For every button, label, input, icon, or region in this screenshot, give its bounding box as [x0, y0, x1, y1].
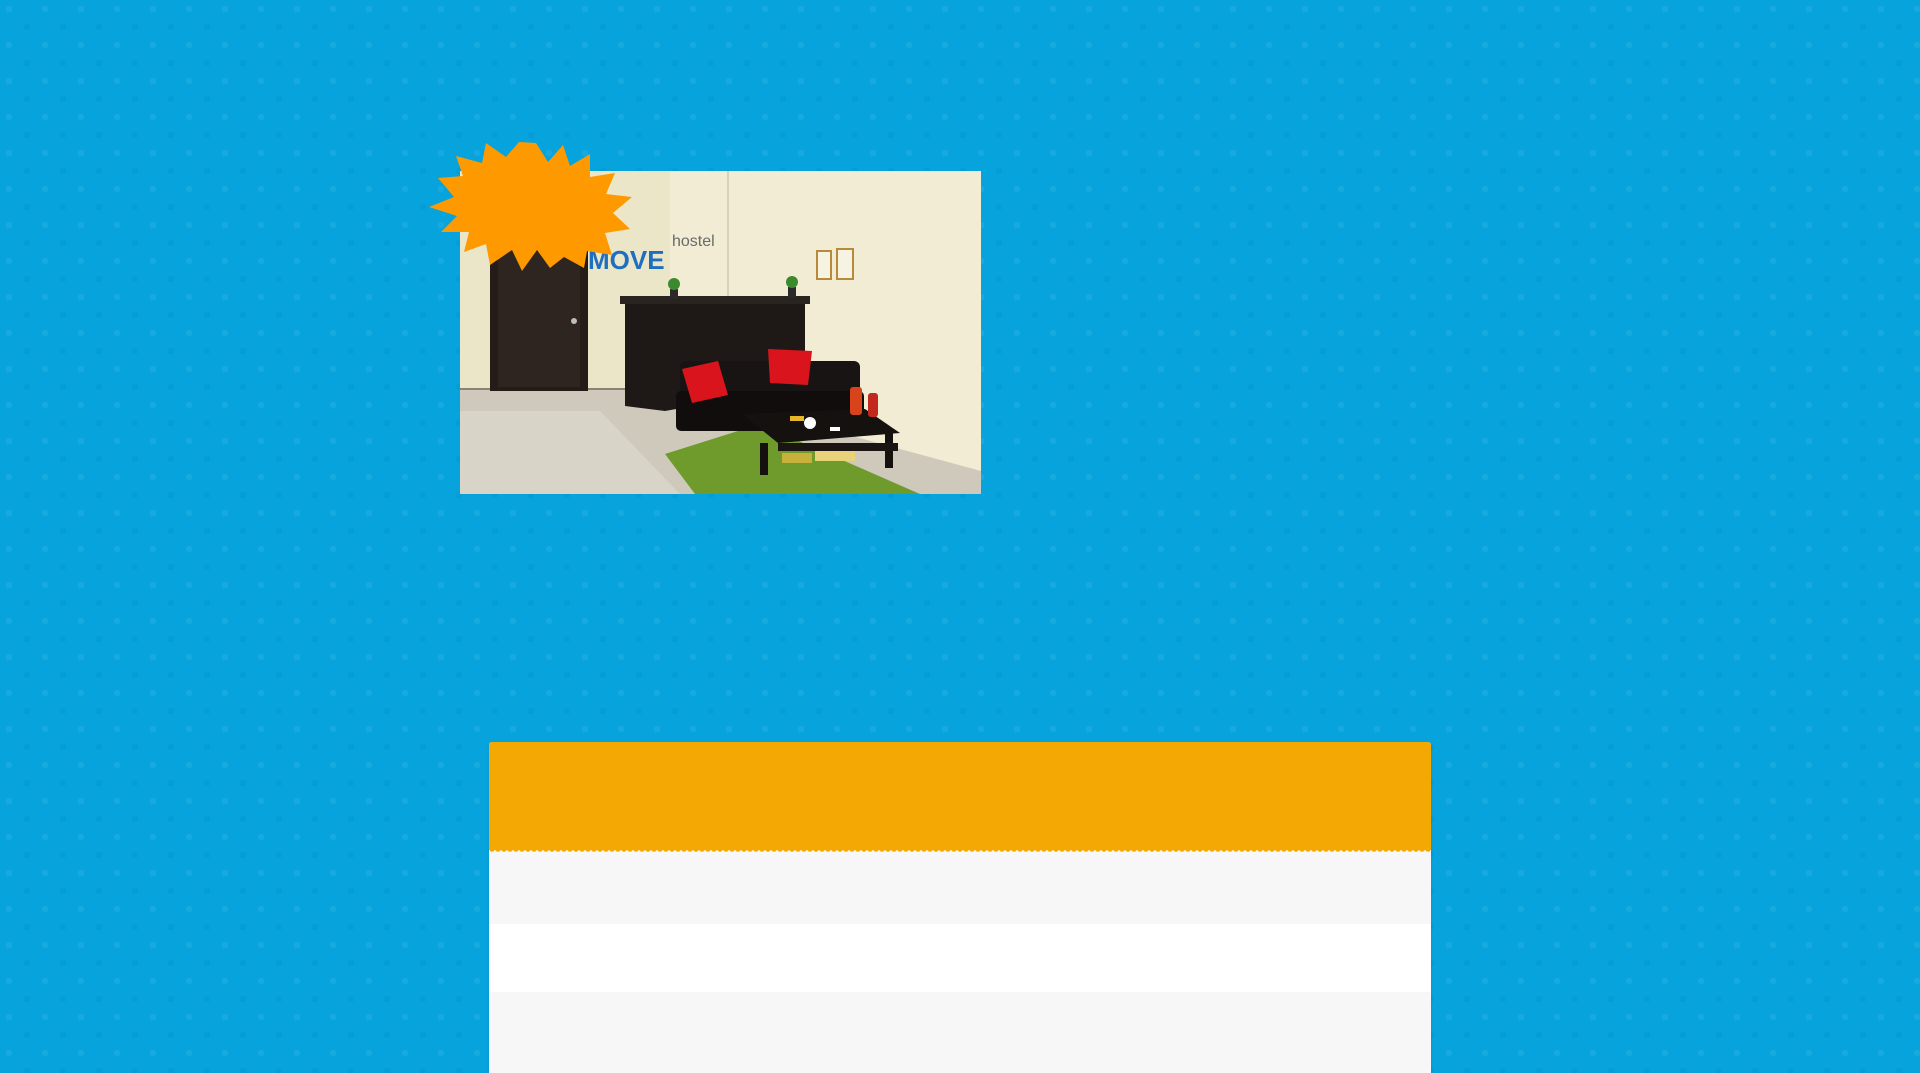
starburst-badge: [429, 142, 632, 271]
logo-hostel-text: hostel: [672, 233, 715, 250]
card-row: [489, 850, 1431, 924]
card-row: [489, 992, 1431, 1073]
card-header: [489, 742, 1431, 854]
card-row: [489, 924, 1431, 992]
info-card: [489, 742, 1431, 1073]
